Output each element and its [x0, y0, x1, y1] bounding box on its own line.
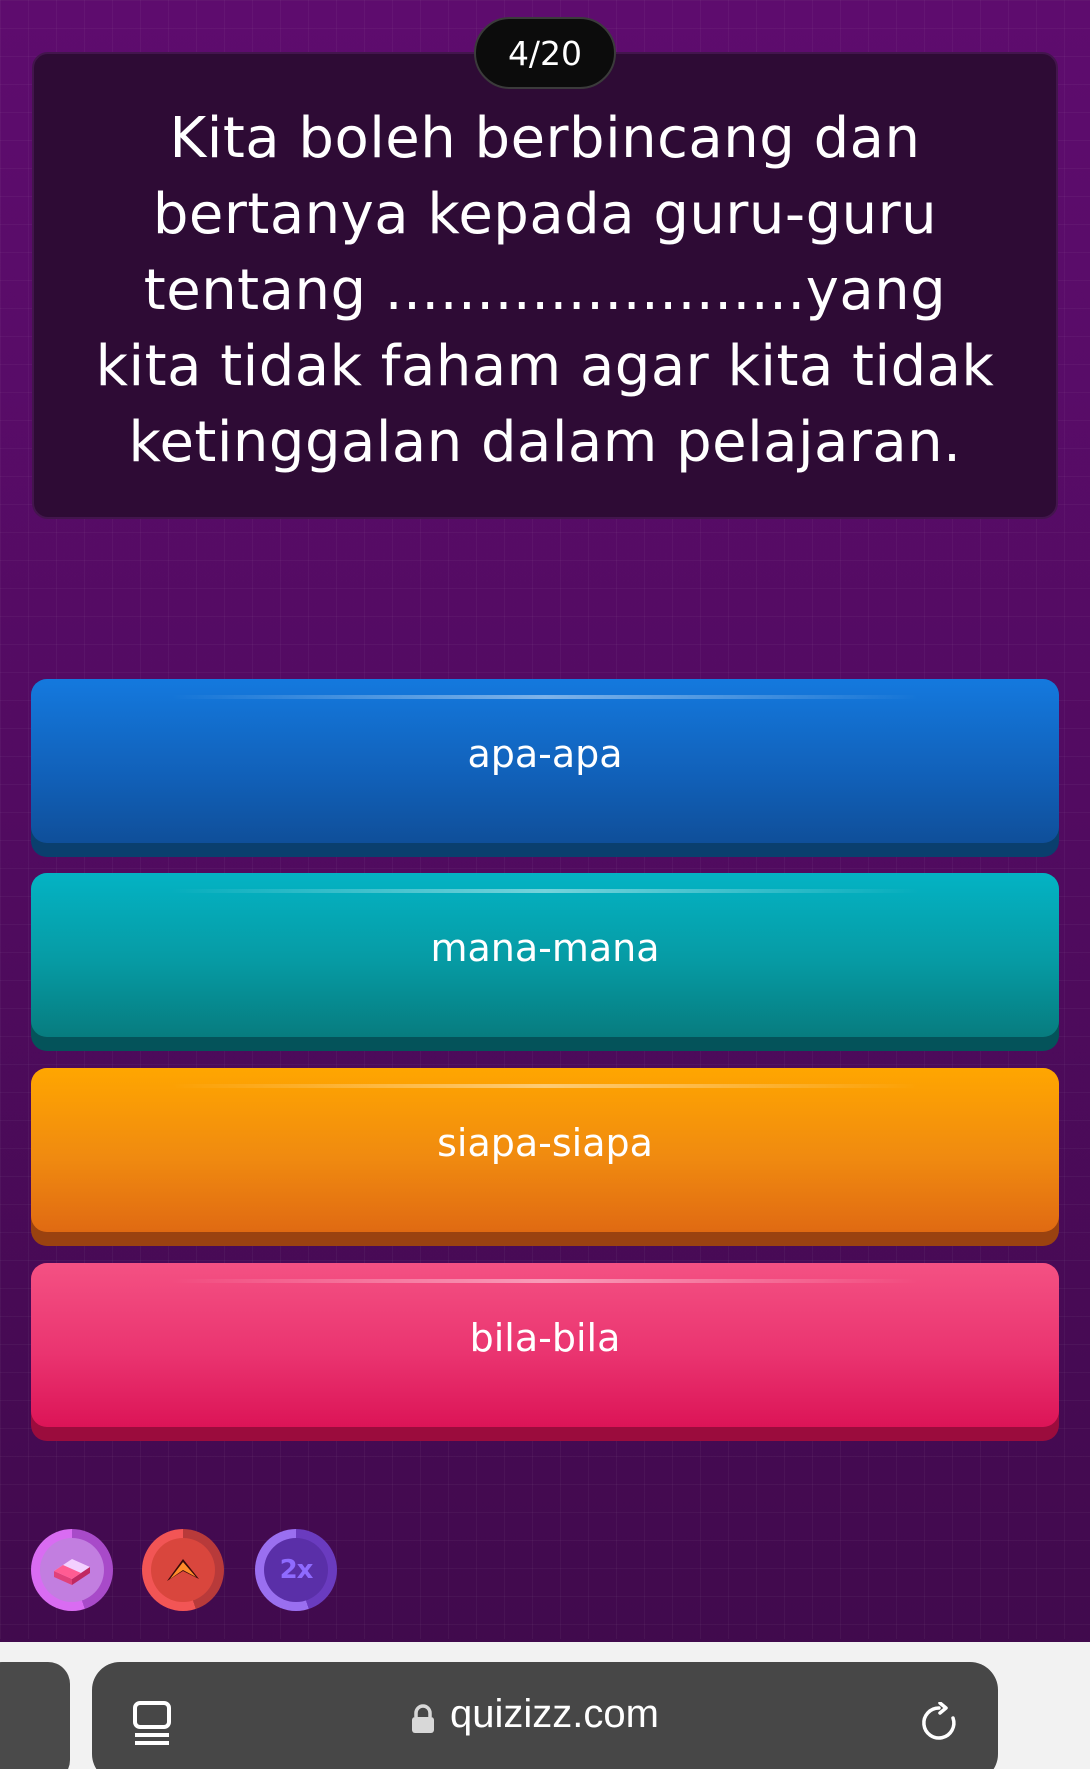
double-points-icon: 2x: [279, 1555, 314, 1585]
lock-icon: [412, 1704, 434, 1733]
answer-option-3[interactable]: siapa-siapa: [31, 1068, 1059, 1246]
answer-option-1-face[interactable]: apa-apa: [31, 679, 1059, 843]
answer-option-2-label: mana-mana: [430, 926, 660, 970]
powerup-streak-button[interactable]: [142, 1529, 224, 1611]
powerup-double-points-button[interactable]: 2x: [255, 1529, 337, 1611]
powerup-eraser-inner: [40, 1538, 104, 1602]
browser-bottom-bar: quizizz.com: [0, 1642, 1090, 1769]
option-shine: [171, 695, 919, 699]
answer-option-2-face[interactable]: mana-mana: [31, 873, 1059, 1037]
answer-option-1[interactable]: apa-apa: [31, 679, 1059, 857]
previous-tab-stub[interactable]: [0, 1662, 70, 1769]
reload-icon[interactable]: [918, 1702, 960, 1744]
answer-option-4[interactable]: bila-bila: [31, 1263, 1059, 1441]
url-text: quizizz.com: [450, 1692, 659, 1736]
answer-option-3-face[interactable]: siapa-siapa: [31, 1068, 1059, 1232]
option-shine: [171, 1279, 919, 1283]
streak-arrow-icon: [167, 1559, 199, 1581]
answer-option-1-label: apa-apa: [467, 732, 623, 776]
powerup-eraser-button[interactable]: [31, 1529, 113, 1611]
eraser-icon: [54, 1559, 90, 1585]
powerup-double-inner: 2x: [264, 1538, 328, 1602]
tabs-icon[interactable]: [132, 1700, 172, 1746]
option-shine: [171, 1084, 919, 1088]
question-counter: 4/20: [474, 17, 616, 89]
option-shine: [171, 889, 919, 893]
answer-option-3-label: siapa-siapa: [437, 1121, 653, 1165]
powerup-streak-inner: [151, 1538, 215, 1602]
question-text: Kita boleh berbincang dan bertanya kepad…: [95, 105, 995, 475]
answer-option-4-label: bila-bila: [469, 1316, 621, 1360]
address-bar[interactable]: quizizz.com: [92, 1662, 998, 1769]
question-card: Kita boleh berbincang dan bertanya kepad…: [32, 52, 1058, 519]
answer-option-2[interactable]: mana-mana: [31, 873, 1059, 1051]
answer-option-4-face[interactable]: bila-bila: [31, 1263, 1059, 1427]
